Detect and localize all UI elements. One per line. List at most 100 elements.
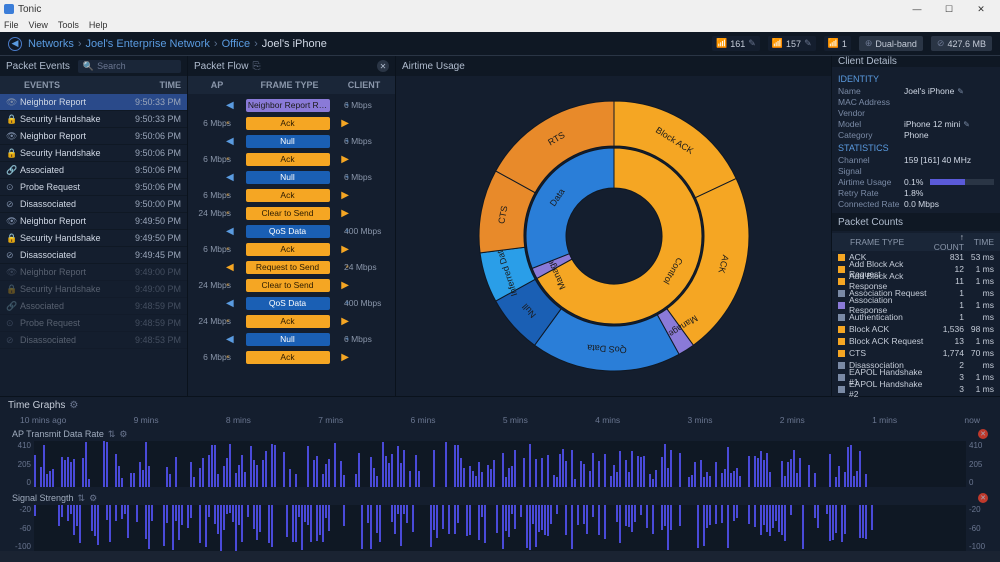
flow-bar: Null [246, 171, 330, 184]
close-panel-button[interactable]: ✕ [377, 60, 389, 72]
event-row[interactable]: 👁Neighbor Report9:50:33 PM [0, 94, 187, 111]
settings-icon[interactable]: ⚙ [89, 493, 97, 504]
search-icon: 🔍 [83, 61, 94, 72]
maximize-button[interactable]: ☐ [934, 1, 964, 17]
flow-row[interactable]: 24 Mbps•Clear to Send▶ [188, 204, 395, 222]
color-swatch [838, 266, 845, 273]
event-row[interactable]: ⊘Disassociated9:48:53 PM [0, 332, 187, 349]
count-row[interactable]: CTS1,77470 ms [838, 347, 994, 359]
flow-list[interactable]: ◀Neighbor Report R…•6 Mbps6 Mbps•Ack▶◀Nu… [188, 94, 395, 396]
event-icon: 👁 [6, 97, 20, 108]
event-list[interactable]: 👁Neighbor Report9:50:33 PM🔒Security Hand… [0, 94, 187, 396]
remove-graph-button[interactable]: ✕ [978, 493, 988, 503]
donut-chart[interactable]: Block ACKACKManagementQoS DataNullInferr… [396, 76, 831, 396]
event-row[interactable]: ⊘Disassociated9:50:00 PM [0, 196, 187, 213]
color-swatch [838, 326, 845, 333]
event-icon: 🔒 [6, 114, 20, 125]
remove-graph-button[interactable]: ✕ [978, 429, 988, 439]
settings-icon[interactable]: ⚙ [69, 400, 78, 411]
color-swatch [838, 290, 845, 297]
crumb-enterprise[interactable]: Joel's Enterprise Network [86, 38, 210, 50]
event-icon: 👁 [6, 131, 20, 142]
packet-count-list[interactable]: ACK83153 msAdd Block Ack Request121 msAd… [838, 251, 994, 395]
sort-icon[interactable]: ⇅ [78, 493, 86, 504]
menu-help[interactable]: Help [89, 20, 108, 30]
wifi-indicator[interactable]: 📶157✎ [768, 36, 816, 51]
flow-row[interactable]: 6 Mbps•Ack▶ [188, 348, 395, 366]
wifi-icon: 📶 [772, 38, 783, 49]
search-input[interactable]: 🔍Search [78, 60, 181, 73]
wifi-indicator[interactable]: 📶161✎ [712, 36, 760, 51]
count-row[interactable]: Block ACK Request131 ms [838, 335, 994, 347]
flow-row[interactable]: 24 Mbps•Clear to Send▶ [188, 276, 395, 294]
event-icon: ⊙ [6, 318, 20, 329]
flow-row[interactable]: 6 Mbps•Ack▶ [188, 150, 395, 168]
settings-icon[interactable]: ⚙ [119, 429, 127, 440]
flow-bar: Ack [246, 153, 330, 166]
flow-row[interactable]: 6 Mbps•Ack▶ [188, 114, 395, 132]
flow-bar: Neighbor Report R… [246, 99, 330, 112]
copy-icon[interactable]: ⎘ [252, 61, 260, 72]
count-row[interactable]: EAPOL Handshake #231 ms [838, 383, 994, 395]
app-title: Tonic [18, 4, 41, 15]
flow-row[interactable]: ◀Null•6 Mbps [188, 168, 395, 186]
edit-icon[interactable]: ✎ [957, 87, 964, 96]
event-row[interactable]: 🔗Associated9:48:59 PM [0, 298, 187, 315]
flow-row[interactable]: 24 Mbps•Ack▶ [188, 312, 395, 330]
menu-view[interactable]: View [29, 20, 48, 30]
panel-header: Packet Events 🔍Search [0, 56, 187, 76]
graph-plot[interactable] [34, 441, 966, 487]
panel-header: Time Graphs ⚙ [0, 397, 1000, 413]
flow-bar: QoS Data [246, 225, 330, 238]
flow-row[interactable]: ◀Null•6 Mbps [188, 330, 395, 348]
event-row[interactable]: 👁Neighbor Report9:49:00 PM [0, 264, 187, 281]
count-row[interactable]: Authentication1ms [838, 311, 994, 323]
count-row[interactable]: Add Block Ack Response111 ms [838, 275, 994, 287]
event-row[interactable]: 🔒Security Handshake9:50:06 PM [0, 145, 187, 162]
flow-bar: Clear to Send [246, 279, 330, 292]
menu-file[interactable]: File [4, 20, 19, 30]
close-button[interactable]: ✕ [966, 1, 996, 17]
edit-icon[interactable]: ✎ [963, 120, 970, 129]
color-swatch [838, 362, 845, 369]
flow-row[interactable]: ◀Null•6 Mbps [188, 132, 395, 150]
count-row[interactable]: Association Response11 ms [838, 299, 994, 311]
band-pill[interactable]: ⊕Dual-band [859, 36, 923, 51]
titlebar: Tonic — ☐ ✕ [0, 0, 1000, 18]
minimize-button[interactable]: — [902, 1, 932, 17]
event-row[interactable]: 👁Neighbor Report9:49:50 PM [0, 213, 187, 230]
event-row[interactable]: 🔒Security Handshake9:49:00 PM [0, 281, 187, 298]
topbar: ◀ Networks› Joel's Enterprise Network› O… [0, 32, 1000, 56]
crumb-networks[interactable]: Networks [28, 38, 74, 50]
identity-section: IDENTITY [838, 74, 994, 84]
flow-row[interactable]: 6 Mbps•Ack▶ [188, 186, 395, 204]
flow-bar: Ack [246, 117, 330, 130]
breadcrumb: Networks› Joel's Enterprise Network› Off… [28, 38, 327, 50]
panel-header: Client Details [832, 56, 1000, 67]
event-icon: 👁 [6, 216, 20, 227]
menu-tools[interactable]: Tools [58, 20, 79, 30]
event-row[interactable]: ⊙Probe Request9:48:59 PM [0, 315, 187, 332]
flow-row[interactable]: ◀Neighbor Report R…•6 Mbps [188, 96, 395, 114]
wifi-indicator[interactable]: 📶1 [824, 36, 851, 51]
flow-row[interactable]: ◀QoS Data•400 Mbps [188, 222, 395, 240]
event-row[interactable]: 🔒Security Handshake9:50:33 PM [0, 111, 187, 128]
back-button[interactable]: ◀ [8, 37, 22, 51]
wifi-icon: 📶 [828, 38, 839, 49]
storage-pill[interactable]: ⊘427.6 MB [931, 36, 992, 51]
event-row[interactable]: 👁Neighbor Report9:50:06 PM [0, 128, 187, 145]
y-axis: -20-60-100 [12, 505, 34, 551]
graph-plot[interactable] [34, 505, 966, 551]
event-row[interactable]: ⊙Probe Request9:50:06 PM [0, 179, 187, 196]
crumb-office[interactable]: Office [222, 38, 251, 50]
event-row[interactable]: 🔗Associated9:50:06 PM [0, 162, 187, 179]
event-icon: 🔗 [6, 301, 20, 312]
flow-row[interactable]: 6 Mbps•Ack▶ [188, 240, 395, 258]
sort-icon[interactable]: ⇅ [108, 429, 116, 440]
flow-row[interactable]: ◀QoS Data•400 Mbps [188, 294, 395, 312]
flow-row[interactable]: ◀Request to Send•24 Mbps [188, 258, 395, 276]
count-row[interactable]: Block ACK1,53698 ms [838, 323, 994, 335]
event-icon: ⊘ [6, 335, 20, 346]
event-row[interactable]: ⊘Disassociated9:49:45 PM [0, 247, 187, 264]
event-row[interactable]: 🔒Security Handshake9:49:50 PM [0, 230, 187, 247]
